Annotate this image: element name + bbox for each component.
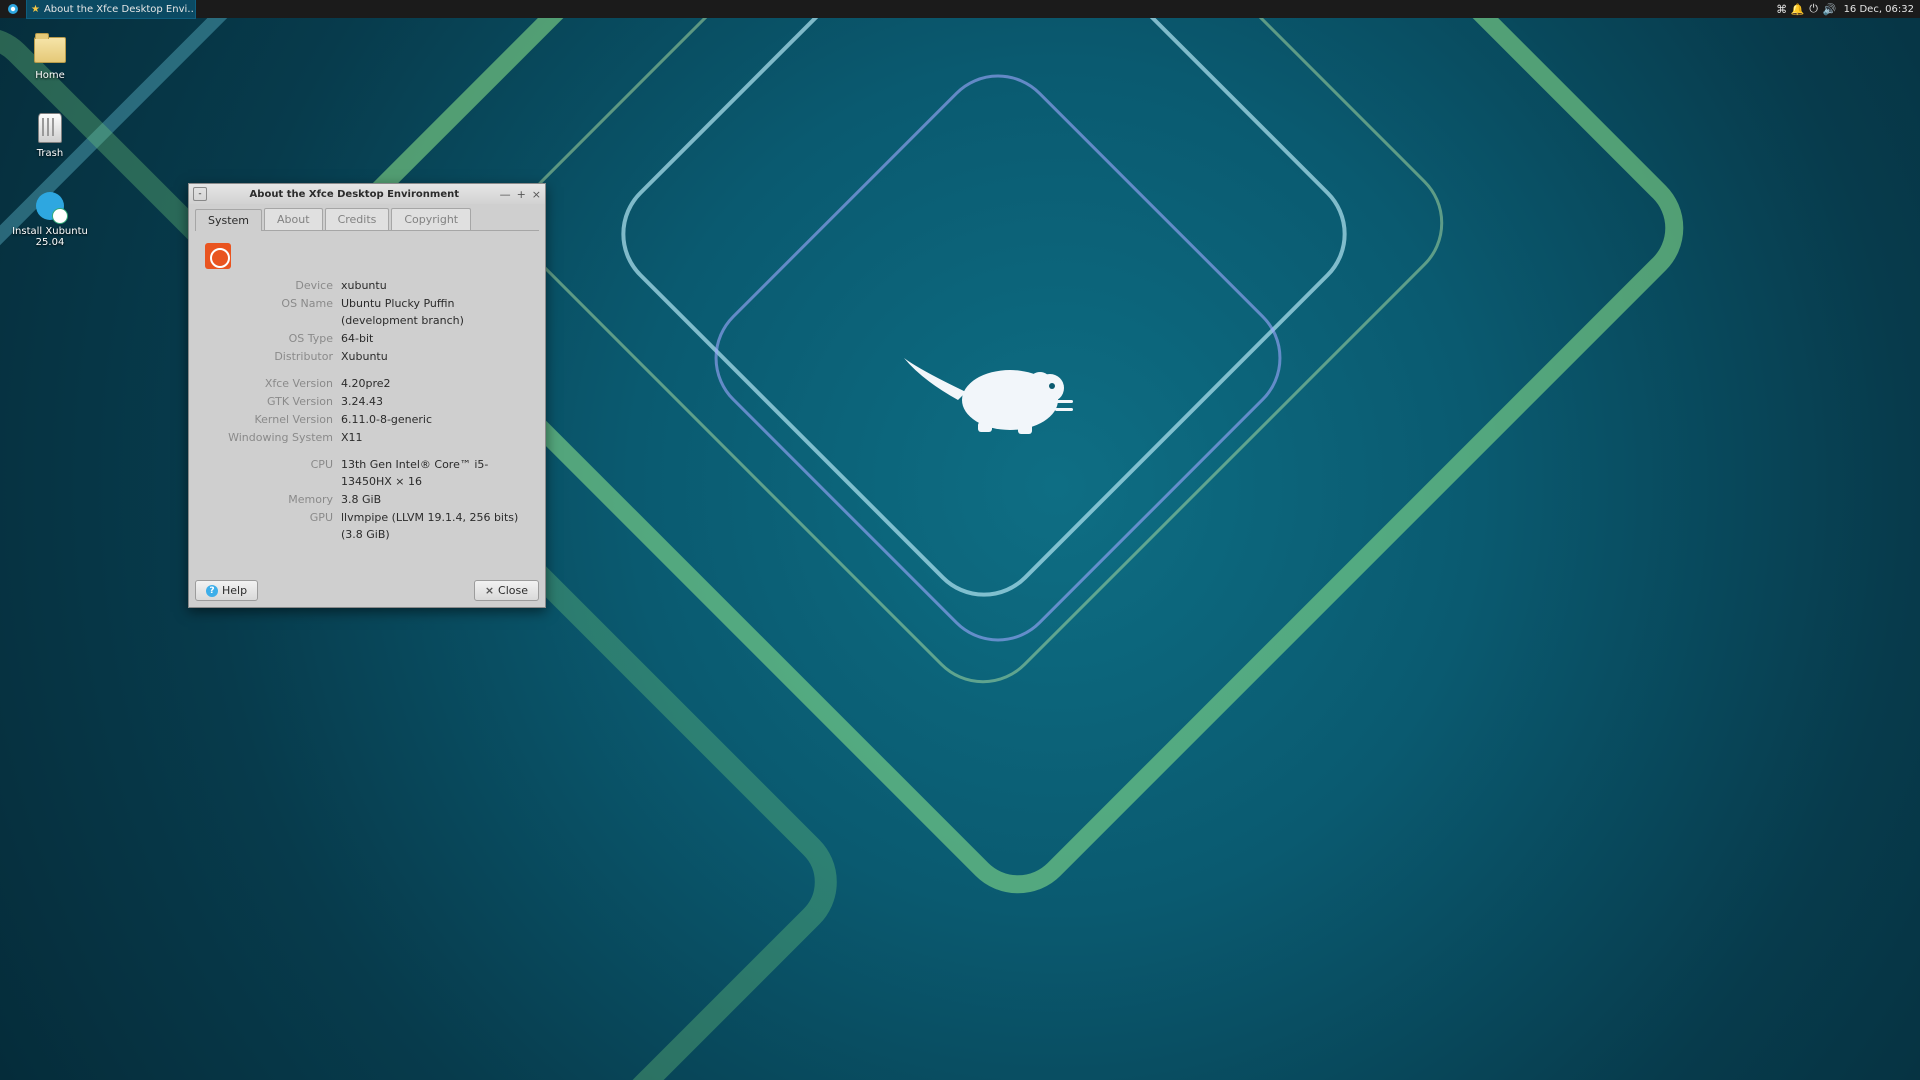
info-value: 3.8 GiB bbox=[341, 491, 533, 508]
star-icon: ★ bbox=[31, 4, 40, 15]
help-button[interactable]: ? Help bbox=[195, 580, 258, 601]
desktop-icon-label: Trash bbox=[10, 148, 90, 159]
desktop-icon-label: Home bbox=[10, 70, 90, 81]
tab-copyright[interactable]: Copyright bbox=[391, 208, 471, 230]
window-maximize-button[interactable]: + bbox=[517, 188, 526, 201]
network-icon[interactable]: ⌘ bbox=[1774, 0, 1790, 18]
top-panel: ★ About the Xfce Desktop Envi… ⌘ 🔔 ⏻ 🔊 1… bbox=[0, 0, 1920, 18]
info-key: Distributor bbox=[201, 348, 341, 365]
info-row: OS Type64-bit bbox=[201, 330, 533, 347]
info-value: 3.24.43 bbox=[341, 393, 533, 410]
close-icon: × bbox=[485, 584, 494, 597]
info-value: 13th Gen Intel® Core™ i5-13450HX × 16 bbox=[341, 456, 533, 490]
info-row: GPUllvmpipe (LLVM 19.1.4, 256 bits) (3.8… bbox=[201, 509, 533, 543]
taskbar-button-label: About the Xfce Desktop Envi… bbox=[44, 4, 196, 15]
tab-bar: System About Credits Copyright bbox=[189, 204, 545, 230]
whisker-menu-button[interactable] bbox=[0, 0, 26, 18]
info-key: CPU bbox=[201, 456, 341, 490]
info-value: X11 bbox=[341, 429, 533, 446]
info-value: Xubuntu bbox=[341, 348, 533, 365]
desktop-icon-home[interactable]: Home bbox=[10, 34, 90, 81]
info-row: GTK Version3.24.43 bbox=[201, 393, 533, 410]
desktop-icon-label: Install Xubuntu 25.04 bbox=[10, 226, 90, 248]
info-value: Ubuntu Plucky Puffin (development branch… bbox=[341, 295, 533, 329]
window-menu-icon[interactable]: - bbox=[193, 187, 207, 201]
info-key: Windowing System bbox=[201, 429, 341, 446]
taskbar-button-about-xfce[interactable]: ★ About the Xfce Desktop Envi… bbox=[26, 0, 196, 19]
info-key: Kernel Version bbox=[201, 411, 341, 428]
tab-credits[interactable]: Credits bbox=[325, 208, 390, 230]
power-icon[interactable]: ⏻ bbox=[1806, 0, 1822, 18]
info-value: 6.11.0-8-generic bbox=[341, 411, 533, 428]
system-tray: ⌘ 🔔 ⏻ 🔊 16 Dec, 06:32 bbox=[1774, 0, 1920, 18]
close-button-label: Close bbox=[498, 584, 528, 597]
trash-icon bbox=[34, 112, 66, 144]
window-minimize-button[interactable]: — bbox=[500, 188, 511, 201]
close-button[interactable]: × Close bbox=[474, 580, 539, 601]
info-key: OS Name bbox=[201, 295, 341, 329]
tab-about[interactable]: About bbox=[264, 208, 323, 230]
info-row: Xfce Version4.20pre2 bbox=[201, 375, 533, 392]
info-value: xubuntu bbox=[341, 277, 533, 294]
info-row: CPU13th Gen Intel® Core™ i5-13450HX × 16 bbox=[201, 456, 533, 490]
folder-icon bbox=[34, 34, 66, 66]
desktop-icon-trash[interactable]: Trash bbox=[10, 112, 90, 159]
info-row: DistributorXubuntu bbox=[201, 348, 533, 365]
info-row: Memory3.8 GiB bbox=[201, 491, 533, 508]
help-button-label: Help bbox=[222, 584, 247, 597]
info-value: 64-bit bbox=[341, 330, 533, 347]
info-key: OS Type bbox=[201, 330, 341, 347]
desktop-icon-install[interactable]: Install Xubuntu 25.04 bbox=[10, 190, 90, 248]
tab-content-system: DevicexubuntuOS NameUbuntu Plucky Puffin… bbox=[195, 230, 539, 574]
info-key: GPU bbox=[201, 509, 341, 543]
info-row: Kernel Version6.11.0-8-generic bbox=[201, 411, 533, 428]
help-icon: ? bbox=[206, 585, 218, 597]
window-close-button[interactable]: × bbox=[532, 188, 541, 201]
ubuntu-logo-icon bbox=[205, 243, 231, 269]
info-key: Device bbox=[201, 277, 341, 294]
info-key: Memory bbox=[201, 491, 341, 508]
about-xfce-window: - About the Xfce Desktop Environment — +… bbox=[188, 183, 546, 608]
info-row: Windowing SystemX11 bbox=[201, 429, 533, 446]
notifications-icon[interactable]: 🔔 bbox=[1790, 0, 1806, 18]
info-row: Devicexubuntu bbox=[201, 277, 533, 294]
info-key: Xfce Version bbox=[201, 375, 341, 392]
clock[interactable]: 16 Dec, 06:32 bbox=[1838, 4, 1920, 15]
info-value: 4.20pre2 bbox=[341, 375, 533, 392]
dialog-footer: ? Help × Close bbox=[189, 574, 545, 607]
window-title: About the Xfce Desktop Environment bbox=[209, 189, 500, 200]
info-key: GTK Version bbox=[201, 393, 341, 410]
volume-icon[interactable]: 🔊 bbox=[1822, 0, 1838, 18]
tab-system[interactable]: System bbox=[195, 209, 262, 231]
info-value: llvmpipe (LLVM 19.1.4, 256 bits) (3.8 Gi… bbox=[341, 509, 533, 543]
info-row: OS NameUbuntu Plucky Puffin (development… bbox=[201, 295, 533, 329]
window-titlebar[interactable]: - About the Xfce Desktop Environment — +… bbox=[189, 184, 545, 204]
installer-icon bbox=[34, 190, 66, 222]
